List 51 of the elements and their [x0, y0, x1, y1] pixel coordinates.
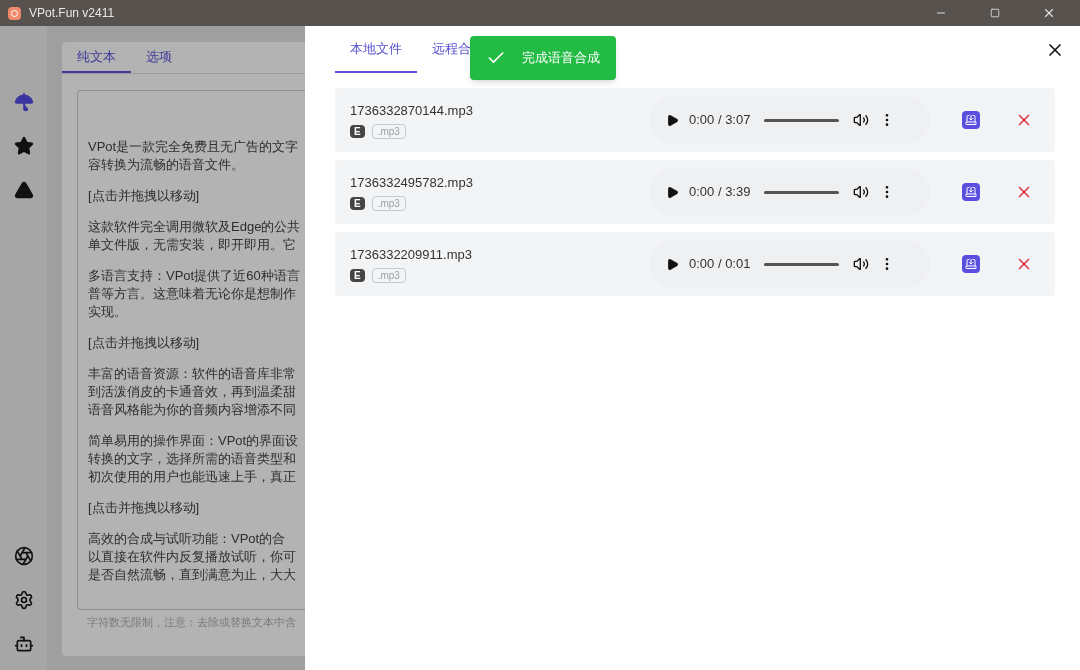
settings-icon[interactable] [13, 590, 34, 610]
paragraph-text: VPot是一款完全免费且无广告的文字 容转换为流畅的语音文件。 [88, 138, 300, 174]
drawer-tab[interactable]: 本地文件 [335, 27, 417, 73]
audio-player[interactable]: 0:00 / 0:01 [650, 240, 930, 288]
time-text: 0:00 / 3:07 [689, 111, 751, 130]
umbrella-icon [13, 92, 34, 112]
paragraph-text: [点击并拖拽以移动] [88, 499, 201, 517]
toast-message: 完成语音合成 [522, 49, 600, 68]
volume-icon[interactable] [853, 184, 870, 200]
format-tag: .mp3 [371, 123, 406, 139]
format-tag: .mp3 [371, 195, 406, 211]
file-name: 1736332209911.mp3 [350, 246, 473, 265]
time-text: 0:00 / 3:39 [689, 183, 751, 202]
progress-track[interactable] [764, 118, 840, 122]
audio-player[interactable]: 0:00 / 3:39 [650, 168, 930, 216]
paragraph-text: 简单易用的操作界面：VPot的界面设 转换的文字，选择所需的语音类型和 初次使用的用户也能迅速上手，真正 [88, 432, 300, 486]
time-text: 0:00 / 0:01 [689, 255, 751, 274]
audio-player[interactable]: 0:00 / 3:07 [650, 96, 930, 144]
robot-icon[interactable] [13, 634, 34, 654]
paragraph-text: 多语言支持：VPot提供了近60种语言 普等方言。这意味着无论你是想制作 实现。 [88, 267, 301, 321]
play-icon[interactable] [666, 257, 679, 271]
format-tag: .mp3 [371, 267, 406, 283]
close-icon [1042, 6, 1056, 20]
file-name: 1736332870144.mp3 [350, 102, 474, 121]
engine-badge: E [350, 196, 365, 210]
editor-tab[interactable]: 纯文本 [62, 42, 131, 73]
archive-button[interactable] [962, 255, 980, 273]
volume-icon[interactable] [853, 256, 870, 272]
volume-icon[interactable] [853, 112, 870, 128]
archive-button[interactable] [962, 183, 980, 201]
window-title: VPot.Fun v2411 [29, 5, 115, 22]
engine-badge: E [350, 268, 365, 282]
engine-badge: E [350, 124, 365, 138]
triangle-icon [13, 180, 34, 200]
editor-tab[interactable]: 选项 [131, 42, 187, 73]
star-icon [13, 136, 34, 156]
play-icon[interactable] [666, 113, 679, 127]
aperture-icon[interactable] [13, 546, 34, 566]
progress-track[interactable] [764, 262, 840, 266]
app-logo-icon [8, 6, 21, 20]
maximize-icon [990, 8, 1000, 18]
paragraph-text: [点击并拖拽以移动] [88, 187, 201, 205]
paragraph-text: 高效的合成与试听功能：VPot的合 以直接在软件内反复播放试听，你可 是否自然流畅，直到满意为止，大大 [88, 530, 297, 584]
file-name: 1736332495782.mp3 [350, 174, 474, 193]
play-icon[interactable] [666, 185, 679, 199]
paragraph-text: [点击并拖拽以移动] [88, 334, 201, 352]
drawer-tab[interactable]: 远程合 [417, 27, 486, 73]
progress-track[interactable] [764, 190, 840, 194]
paragraph-text: 这款软件完全调用微软及Edge的公共 单文件版，无需安装，即开即用。它 [88, 218, 302, 254]
paragraph-text: 丰富的语音资源：软件的语音库非常 到活泼俏皮的卡通音效，再到温柔甜 语音风格能为你的音频内容增添不同 [88, 365, 297, 419]
archive-button[interactable] [962, 111, 980, 129]
